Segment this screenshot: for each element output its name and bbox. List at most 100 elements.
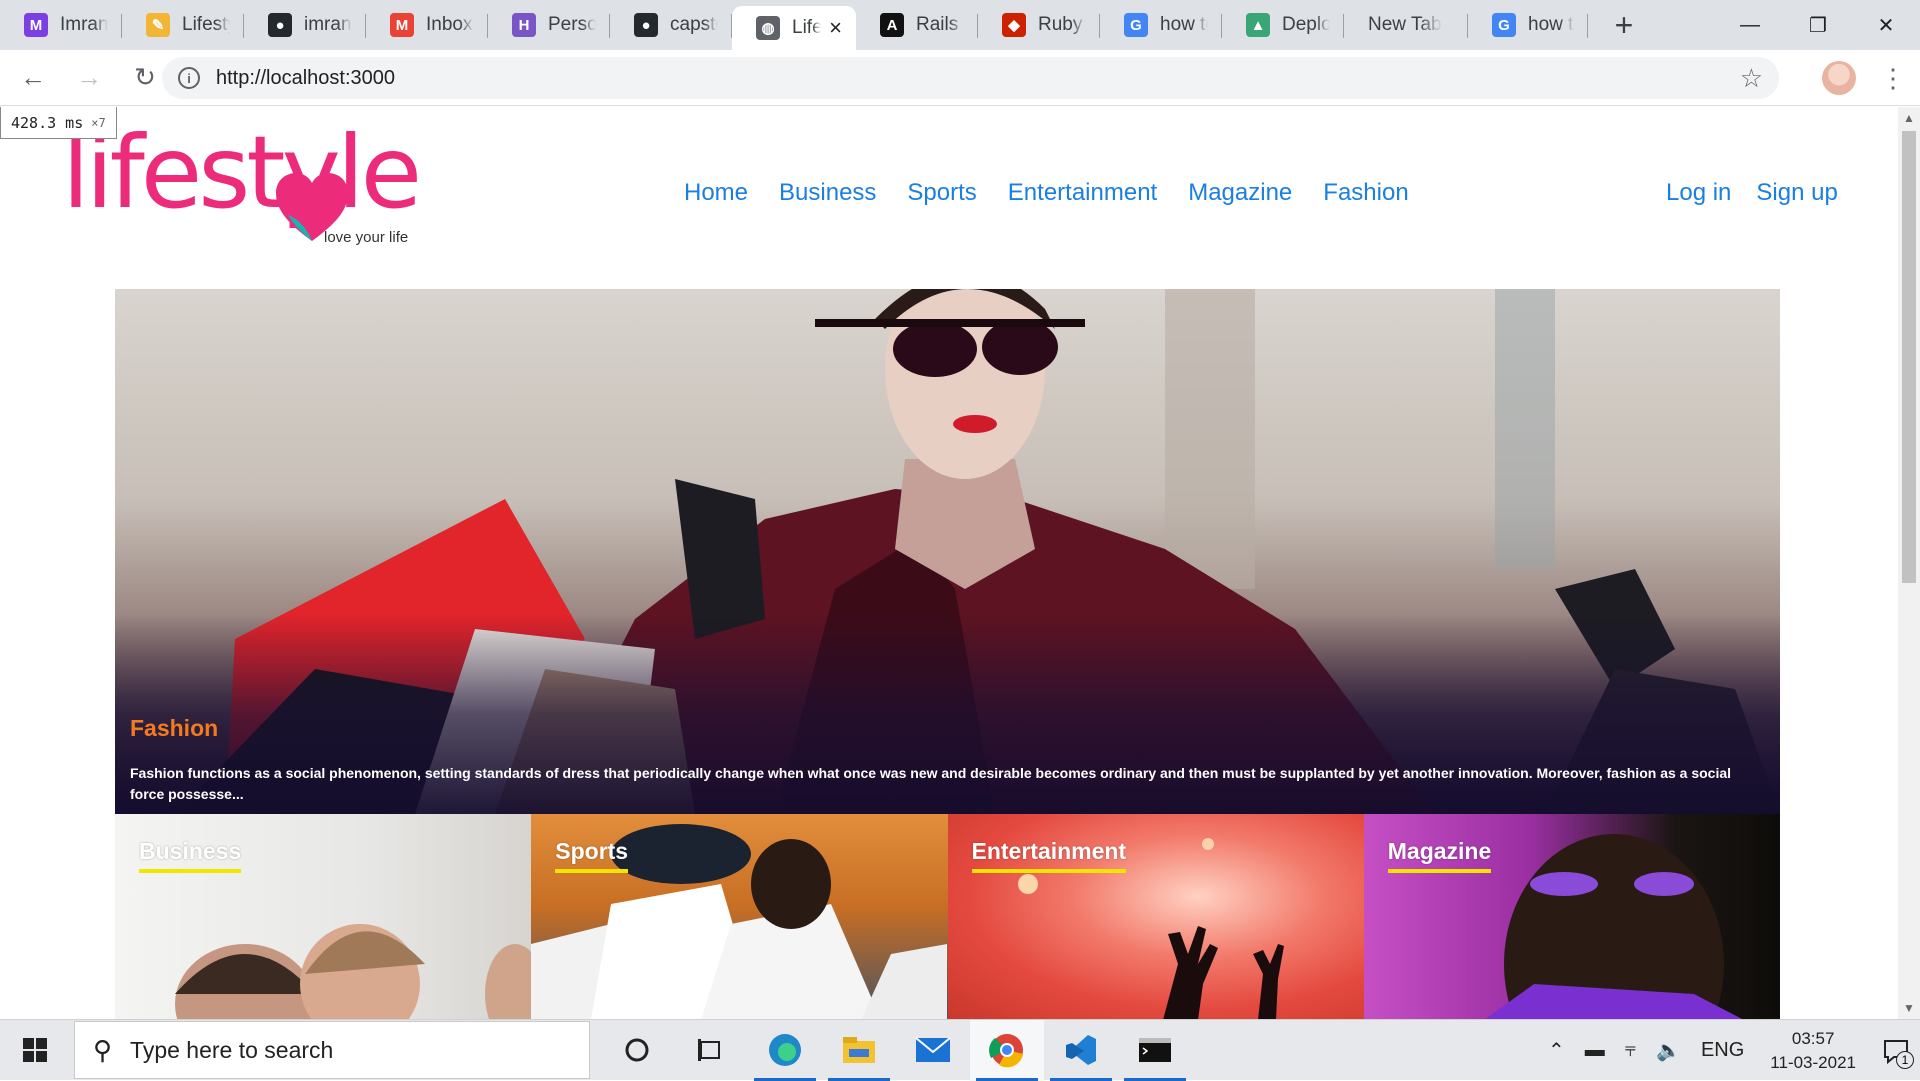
browser-tab[interactable]: ◍ Lifes× [732,6,856,50]
windows-start-icon[interactable] [0,1020,70,1081]
scroll-up-icon[interactable]: ▲ [1898,107,1920,129]
system-tray: ⌃ ▬ ⫧ 🔈 ENG 03:57 11-03-2021 1 [1538,1020,1920,1081]
browser-tab[interactable]: ● imran50 [244,0,366,50]
card-title-entertainment: Entertainment [971,838,1127,873]
hero-category[interactable]: Fashion [130,715,218,742]
globe-icon: ◍ [756,16,780,40]
browser-tab[interactable]: ✎ Lifestyle [122,0,244,50]
category-card-entertainment[interactable]: Entertainment [947,814,1364,1019]
file-explorer-icon[interactable] [822,1020,896,1081]
deploy-icon: ▲ [1246,13,1270,37]
browser-tab-label: New Tab [1368,14,1442,35]
browser-tab[interactable]: ◆ Ruby o [978,0,1100,50]
category-card-sports[interactable]: Sports [531,814,948,1019]
browser-tab-label: Rails ha [916,14,964,35]
nav-business-link[interactable]: Business [779,179,876,207]
ruby-icon: ◆ [1002,13,1026,37]
github-icon: ● [268,13,292,37]
browser-tab-label: Ruby o [1038,14,1086,35]
browser-tab-label: Imran's [60,14,108,35]
close-window-icon[interactable]: ✕ [1852,0,1920,50]
window-controls: — ❐ ✕ [1716,0,1920,50]
page-scrollbar[interactable]: ▲ ▼ [1898,107,1920,1019]
address-bar[interactable]: i http://localhost:3000 ☆ [162,57,1779,99]
featured-article-hero[interactable]: Fashion Fashion functions as a social ph… [115,289,1780,814]
browser-tab-label: how to [1160,14,1208,35]
google-icon: G [1124,13,1148,37]
notification-center-icon[interactable]: 1 [1872,1020,1920,1081]
nav-magazine-link[interactable]: Magazine [1188,179,1292,207]
notification-count: 1 [1896,1051,1914,1069]
browser-tab-label: capston [670,14,718,35]
browser-tab[interactable]: H Persona [488,0,610,50]
login-link[interactable]: Log in [1666,179,1731,207]
category-card-magazine[interactable]: Magazine [1363,814,1780,1019]
browser-tab[interactable]: ▲ Deploy [1222,0,1344,50]
minimize-icon[interactable]: — [1716,0,1784,50]
browser-toolbar: ← → ↻ i http://localhost:3000 ☆ ⋮ [0,50,1920,106]
card-title-magazine: Magazine [1387,838,1492,873]
browser-tab[interactable]: Ghow to [1100,0,1222,50]
site-info-icon[interactable]: i [178,67,200,89]
chrome-icon[interactable] [970,1019,1044,1081]
category-cards: Business Sports Entertainment Magazine [115,814,1780,1019]
perf-count: ×7 [91,115,106,130]
signup-link[interactable]: Sign up [1756,179,1837,207]
browser-tab-label: imran50 [304,14,352,35]
category-card-business[interactable]: Business [115,814,532,1019]
logo-tagline: love your life [324,229,409,246]
browser-tab[interactable]: M Imran's [0,0,122,50]
task-view-icon[interactable] [674,1020,748,1081]
restore-icon[interactable]: ❐ [1784,0,1852,50]
browser-tab[interactable]: Ghow to [1468,0,1588,50]
nav-fashion-link[interactable]: Fashion [1323,179,1408,207]
close-tab-icon[interactable]: × [821,15,842,41]
volume-icon[interactable]: 🔈 [1646,1038,1691,1063]
mail-icon[interactable] [896,1020,970,1081]
windows-taskbar: ⚲ Type here to search ⌃ ▬ ⫧ 🔈 ENG 03:57 … [0,1019,1920,1081]
profile-avatar[interactable] [1822,61,1856,95]
nav-sports-link[interactable]: Sports [907,179,976,207]
github-icon: ● [634,13,658,37]
wifi-icon[interactable]: ⫧ [1615,1039,1646,1062]
edge-browser-icon[interactable] [748,1020,822,1081]
new-tab-button[interactable]: + [1600,0,1648,50]
heroku-icon: H [512,13,536,37]
site-logo[interactable]: lifestyle love your life [62,123,422,253]
back-arrow-icon[interactable]: ← [10,55,56,101]
taskbar-search-box[interactable]: ⚲ Type here to search [74,1021,590,1079]
bookmark-star-icon[interactable]: ☆ [1740,63,1763,94]
menu-kebab-icon[interactable]: ⋮ [1878,58,1908,98]
url-text[interactable]: http://localhost:3000 [216,67,395,90]
hero-excerpt: Fashion functions as a social phenomenon… [130,765,1732,802]
browser-tab[interactable]: ● capston [610,0,732,50]
memo-app-icon: M [24,13,48,37]
vscode-icon[interactable] [1044,1020,1118,1081]
forward-arrow-icon[interactable]: → [66,55,112,101]
card-title-business: Business [139,838,242,873]
browser-tab[interactable]: M Inbox (4 [366,0,488,50]
card-title-sports: Sports [555,838,629,873]
pencil-icon: ✎ [146,13,170,37]
nav-home-link[interactable]: Home [684,179,748,207]
clock[interactable]: 03:57 11-03-2021 [1754,1027,1872,1075]
show-hidden-icons-icon[interactable]: ⌃ [1538,1038,1575,1063]
scroll-down-icon[interactable]: ▼ [1898,997,1920,1019]
browser-tab[interactable]: New Tab [1344,0,1468,50]
auth-navigation: Log in Sign up [1666,179,1838,207]
browser-tab-label: Persona [548,14,596,35]
scroll-thumb[interactable] [1902,131,1916,583]
gmail-icon: M [390,13,414,37]
terminal-icon[interactable] [1118,1020,1192,1081]
perf-time: 428.3 ms [11,113,84,132]
browser-tab-label: how to [1528,14,1574,35]
language-indicator[interactable]: ENG [1691,1039,1754,1062]
battery-icon[interactable]: ▬ [1575,1039,1615,1062]
browser-tab-label: Deploy [1282,14,1330,35]
browser-tab-label: Lifes [792,17,822,38]
clock-date: 11-03-2021 [1770,1052,1856,1072]
google-icon: G [1492,13,1516,37]
browser-tab[interactable]: A Rails ha [856,0,978,50]
cortana-icon[interactable] [600,1020,674,1081]
nav-entertainment-link[interactable]: Entertainment [1008,179,1157,207]
